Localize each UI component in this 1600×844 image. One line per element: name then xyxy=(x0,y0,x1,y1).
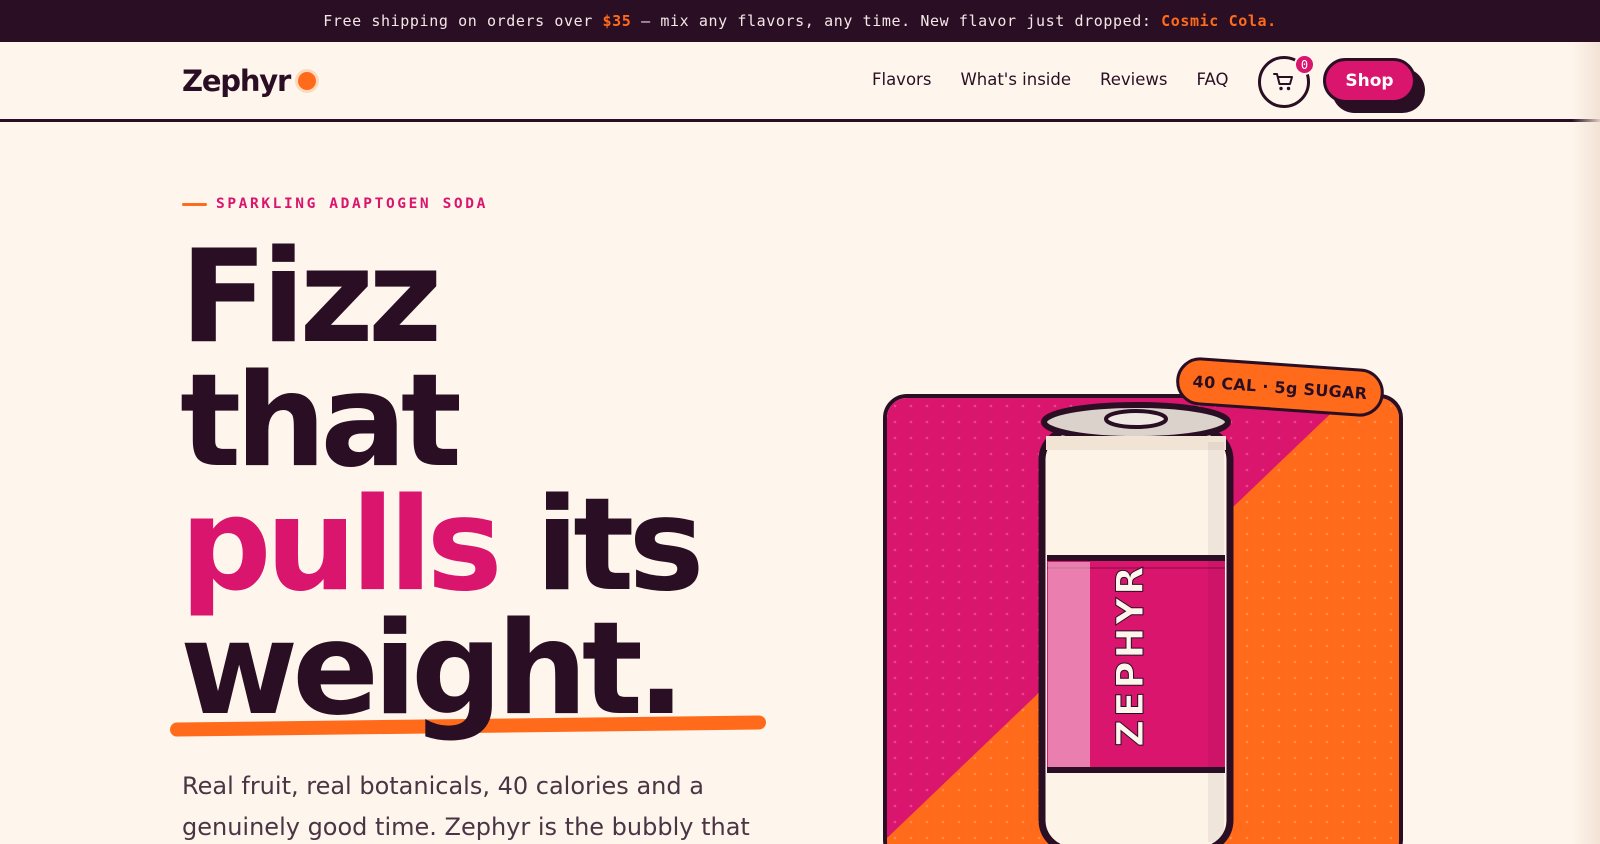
hero-headline: Fizz that pulls its weight. xyxy=(180,223,705,744)
main-nav: Flavors What's inside Reviews FAQ xyxy=(872,70,1228,89)
cart-count-badge: 0 xyxy=(1294,54,1315,75)
can-label-text: ZEPHYR xyxy=(1109,563,1153,747)
site-header: Zephyr Flavors What's inside Reviews FAQ… xyxy=(0,42,1600,122)
brand-name: Zephyr xyxy=(182,64,291,98)
headline-line-4: weight. xyxy=(180,595,685,744)
announcement-amount: $35 xyxy=(602,12,632,30)
hero-eyebrow: SPARKLING ADAPTOGEN SODA xyxy=(182,196,488,212)
eyebrow-dash xyxy=(182,202,207,206)
eyebrow-text: SPARKLING ADAPTOGEN SODA xyxy=(216,196,488,212)
page-edge-shade xyxy=(1572,42,1600,844)
headline-line-1: Fizz xyxy=(180,223,442,372)
cart-icon xyxy=(1273,73,1293,91)
shop-button[interactable]: Shop xyxy=(1323,58,1416,103)
cart-button[interactable]: 0 xyxy=(1258,54,1315,108)
headline-line-3: pulls its xyxy=(180,482,705,610)
announcement-bar: Free shipping on orders over $35 — mix a… xyxy=(0,0,1600,42)
announcement-prefix: Free shipping on orders over xyxy=(323,12,603,30)
announcement-flavor-link[interactable]: Cosmic Cola. xyxy=(1161,12,1277,30)
nav-whats-inside[interactable]: What's inside xyxy=(960,70,1071,89)
brand-logo[interactable]: Zephyr xyxy=(182,64,317,98)
announcement-middle: — mix any flavors, any time. New flavor … xyxy=(631,12,1162,30)
nav-faq[interactable]: FAQ xyxy=(1196,70,1228,89)
nav-flavors[interactable]: Flavors xyxy=(872,70,931,89)
nav-reviews[interactable]: Reviews xyxy=(1100,70,1167,89)
hero-subtext: Real fruit, real botanicals, 40 calories… xyxy=(182,772,750,841)
headline-line-2: that xyxy=(180,347,462,496)
logo-dot-icon xyxy=(298,72,317,90)
